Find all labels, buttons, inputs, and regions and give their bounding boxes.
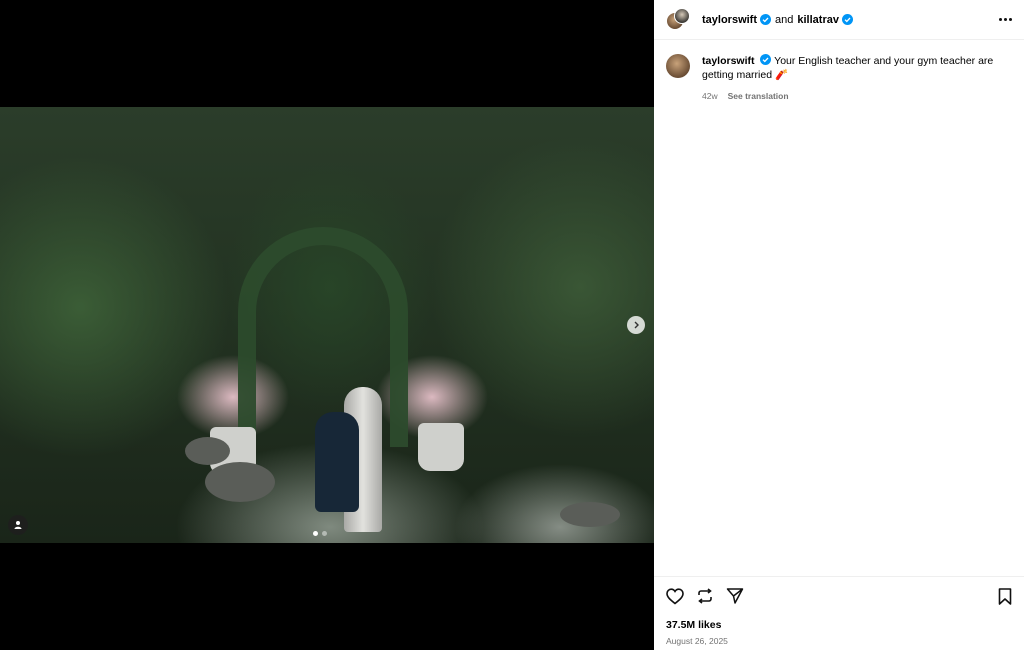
caption-meta: 42w See translation: [702, 89, 1002, 103]
send-icon[interactable]: [726, 587, 744, 605]
person-kneeling: [315, 412, 359, 512]
collab-usernames: taylorswift and killatrav: [702, 14, 853, 26]
likes-count[interactable]: 37.5M likes: [666, 619, 1012, 631]
rock: [205, 462, 275, 502]
avatar[interactable]: [666, 54, 690, 78]
repost-icon[interactable]: [696, 587, 714, 605]
caption-text-block: taylorswift Your English teacher and you…: [702, 54, 1002, 82]
collab-joiner: and: [775, 13, 794, 26]
post-age: 42w: [702, 91, 718, 101]
caption-username[interactable]: taylorswift: [702, 55, 755, 67]
rock: [185, 437, 230, 465]
username-link[interactable]: taylorswift: [702, 14, 757, 26]
user-tag-icon[interactable]: [8, 515, 28, 535]
post-date: August 26, 2025: [666, 636, 728, 646]
see-translation-link[interactable]: See translation: [728, 89, 789, 103]
bookmark-icon[interactable]: [998, 587, 1012, 605]
post-caption: taylorswift Your English teacher and you…: [654, 40, 1024, 103]
rock: [560, 502, 620, 527]
verified-badge-icon: [760, 14, 772, 25]
username-link[interactable]: killatrav: [797, 14, 839, 26]
more-icon[interactable]: [999, 18, 1012, 21]
flower-urn-right: [418, 423, 464, 471]
post-panel: taylorswift and killatrav taylorswift Yo…: [654, 0, 1024, 650]
post-header: taylorswift and killatrav: [654, 0, 1024, 40]
carousel-dot: [322, 531, 327, 536]
collab-avatars[interactable]: [666, 7, 690, 32]
carousel-dot: [313, 531, 318, 536]
carousel-indicator: [313, 531, 327, 536]
media-pane: [0, 0, 654, 650]
caption-emoji: 🧨: [774, 69, 789, 81]
chevron-right-icon[interactable]: [627, 316, 645, 334]
avatar[interactable]: [674, 7, 690, 24]
heart-icon[interactable]: [666, 587, 684, 605]
post-photo[interactable]: [0, 107, 654, 543]
action-bar: 37.5M likes August 26, 2025: [654, 576, 1024, 646]
verified-badge-icon: [841, 14, 853, 25]
verified-badge-icon: [760, 54, 772, 65]
